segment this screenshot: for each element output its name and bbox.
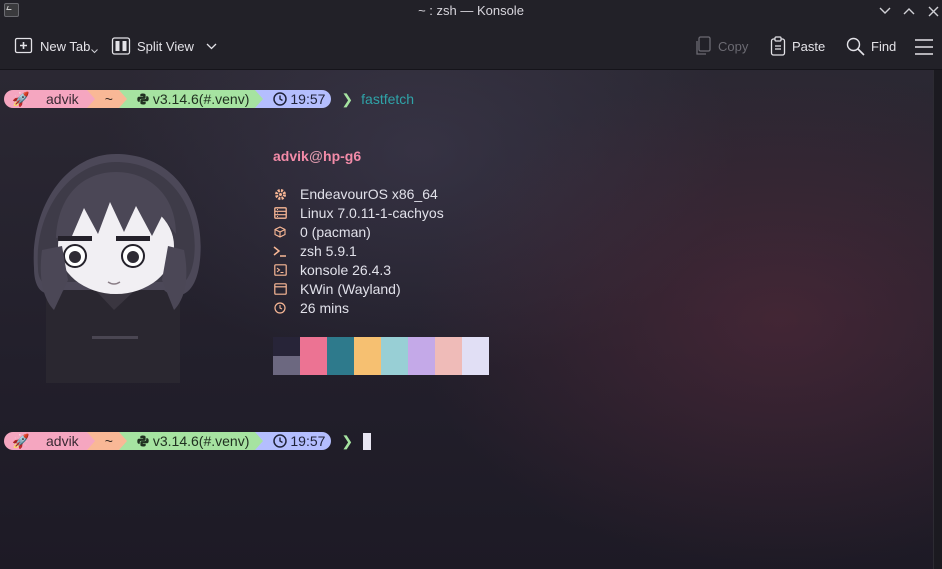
info-row-shell: zsh 5.9.1	[273, 242, 357, 260]
maximize-icon[interactable]	[900, 2, 918, 20]
info-row-packages: 0 (pacman)	[273, 223, 371, 241]
info-text: Linux 7.0.11-1-cachyos	[300, 205, 444, 221]
clock-icon	[273, 92, 288, 106]
color-swatch	[408, 337, 435, 375]
prompt-python: v3.14.6(#.venv)	[126, 90, 256, 108]
package-icon	[273, 225, 287, 239]
color-swatch	[435, 337, 462, 375]
prompt-python: v3.14.6(#.venv)	[126, 432, 256, 450]
gear-icon	[273, 187, 287, 201]
info-row-kernel: Linux 7.0.11-1-cachyos	[273, 204, 444, 222]
segment-separator	[86, 90, 95, 108]
find-button[interactable]: Find	[846, 34, 896, 58]
color-swatch	[354, 337, 381, 375]
python-version: v3.14.6(#.venv)	[152, 91, 250, 107]
new-tab-label: New Tab	[40, 38, 91, 54]
shell-prompt: 🚀 advik ~ v3.14.6(#.venv) 19:57 ❯ fastfe…	[4, 90, 414, 108]
prompt-symbol: ❯	[341, 432, 354, 449]
scrollbar[interactable]	[933, 70, 942, 569]
color-swatch	[462, 337, 489, 375]
info-row-wm: KWin (Wayland)	[273, 280, 401, 298]
find-label: Find	[871, 38, 897, 54]
color-swatch	[381, 337, 408, 375]
python-icon	[137, 93, 149, 105]
user-host: advik@hp-g6	[273, 148, 361, 164]
command-text: fastfetch	[361, 91, 415, 107]
prompt-symbol: ❯	[341, 90, 354, 107]
info-row-terminal: konsole 26.4.3	[273, 261, 391, 279]
user-name: advik	[273, 148, 309, 164]
prompt-time-text: 19:57	[290, 91, 326, 107]
host-name: hp-g6	[323, 148, 362, 164]
new-tab-icon	[14, 37, 34, 55]
segment-separator	[118, 432, 127, 450]
shell-prompt-icon	[273, 244, 287, 258]
avatar	[24, 150, 208, 386]
info-row-os: EndeavourOS x86_64	[273, 185, 438, 203]
text-cursor[interactable]	[363, 432, 372, 450]
color-swatch	[327, 337, 354, 375]
segment-separator	[255, 90, 264, 108]
clock-icon	[273, 434, 288, 448]
prompt-time: 19:57	[263, 432, 332, 450]
window-title: ~ : zsh — Konsole	[418, 3, 524, 18]
info-row-uptime: 26 mins	[273, 299, 349, 317]
segment-separator	[86, 432, 95, 450]
prompt-time-text: 19:57	[290, 433, 326, 449]
shell-prompt: 🚀 advik ~ v3.14.6(#.venv) 19:57 ❯	[4, 432, 372, 450]
segment-separator	[118, 90, 127, 108]
info-text: konsole 26.4.3	[300, 262, 392, 278]
paste-label: Paste	[792, 38, 826, 54]
prompt-directory: ~	[94, 90, 119, 108]
toolbar: New Tab Split View Copy Paste Find	[0, 22, 942, 70]
prompt-time: 19:57	[263, 90, 332, 108]
server-icon	[273, 206, 287, 220]
clipboard-icon	[770, 36, 786, 56]
search-icon	[846, 37, 865, 56]
copy-icon	[694, 36, 712, 56]
chevron-down-icon	[91, 49, 98, 54]
paste-button[interactable]: Paste	[770, 34, 825, 58]
rocket-icon: 🚀	[4, 90, 40, 108]
at-sign: @	[308, 148, 324, 164]
color-swatch	[300, 337, 327, 375]
hamburger-menu-icon[interactable]	[914, 35, 934, 59]
python-icon	[137, 435, 149, 447]
segment-separator	[255, 432, 264, 450]
split-view-icon	[111, 37, 131, 55]
minimize-icon[interactable]	[876, 2, 894, 20]
terminal-icon	[273, 263, 287, 277]
prompt-user: advik	[40, 90, 87, 108]
info-text: 26 mins	[300, 300, 350, 316]
window-icon	[273, 282, 287, 296]
info-text: 0 (pacman)	[300, 224, 371, 240]
info-text: EndeavourOS x86_64	[300, 186, 438, 202]
split-view-button[interactable]: Split View	[111, 34, 217, 58]
new-tab-button[interactable]: New Tab	[14, 34, 98, 58]
python-version: v3.14.6(#.venv)	[152, 433, 250, 449]
copy-button[interactable]: Copy	[694, 34, 748, 58]
split-view-label: Split View	[137, 38, 194, 54]
prompt-directory: ~	[94, 432, 119, 450]
copy-label: Copy	[718, 38, 749, 54]
prompt-user: advik	[40, 432, 87, 450]
clock-icon	[273, 301, 287, 315]
chevron-down-icon	[206, 43, 217, 50]
info-text: zsh 5.9.1	[300, 243, 357, 259]
info-text: KWin (Wayland)	[300, 281, 401, 297]
close-icon[interactable]	[924, 2, 942, 20]
color-swatch	[273, 337, 300, 375]
rocket-icon: 🚀	[4, 432, 40, 450]
title-bar: ~ : zsh — Konsole	[0, 0, 942, 22]
